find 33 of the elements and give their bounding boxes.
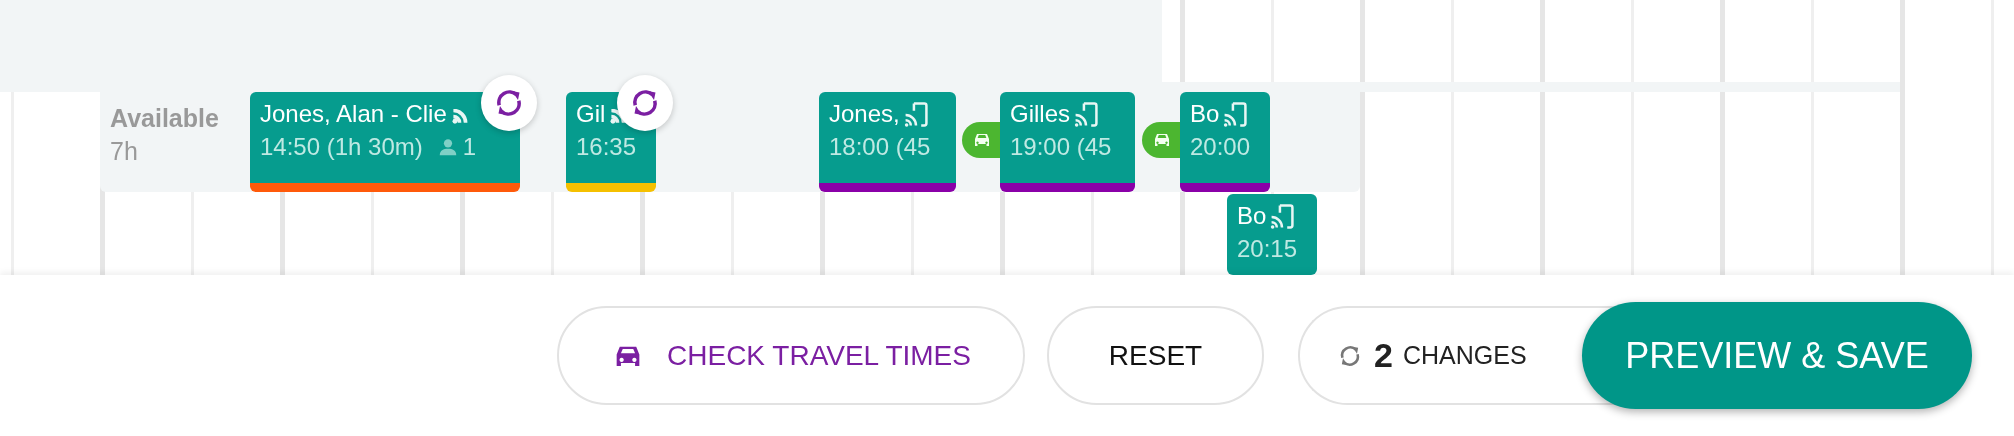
cast-icon xyxy=(609,109,627,125)
appointment-time: 16:35 xyxy=(576,133,637,161)
preview-save-button[interactable]: PREVIEW & SAVE xyxy=(1582,302,1972,409)
appointment-card[interactable]: Gilles 19:00 (45 xyxy=(1000,92,1135,192)
appointment-title: Jones, Alan - Clie xyxy=(260,100,447,128)
appointment-card[interactable]: Jones, Alan - Clie 14:50 (1h 30m) 1 xyxy=(250,92,520,192)
phone-cast-icon xyxy=(1270,203,1295,229)
changes-label: CHANGES xyxy=(1402,341,1527,370)
row-label: Available xyxy=(110,104,219,133)
appointment-time: 20:00 xyxy=(1190,133,1251,161)
appointment-card[interactable]: Bo 20:00 xyxy=(1180,92,1270,192)
changes-count: 2 xyxy=(1374,336,1393,375)
appointment-time: 14:50 (1h 30m) xyxy=(260,133,423,161)
appointment-time: 19:00 (45 xyxy=(1010,133,1112,161)
cast-icon xyxy=(450,109,468,125)
travel-badge[interactable] xyxy=(962,122,1000,158)
appointment-card[interactable]: Bo 20:15 xyxy=(1227,194,1317,275)
appointment-title: Jones, xyxy=(829,100,900,128)
travel-badge[interactable] xyxy=(1142,122,1180,158)
check-travel-times-button[interactable]: CHECK TRAVEL TIMES xyxy=(557,306,1025,405)
attendee-count: 1 xyxy=(462,133,477,161)
appointment-time: 20:15 xyxy=(1237,235,1298,263)
appointment-title: Gilles xyxy=(1010,100,1070,128)
phone-cast-icon xyxy=(903,101,928,127)
appointment-card[interactable]: Jones, 18:00 (45 xyxy=(819,92,956,192)
appointment-title: Gil xyxy=(576,100,606,128)
row-hours: 7h xyxy=(110,137,139,166)
phone-cast-icon xyxy=(1074,101,1098,127)
reset-button[interactable]: RESET xyxy=(1047,306,1264,405)
appointment-title: Bo xyxy=(1237,202,1267,230)
appointment-title: Bo xyxy=(1190,100,1220,128)
phone-cast-icon xyxy=(1223,101,1248,127)
appointment-time: 18:00 (45 xyxy=(829,133,931,161)
